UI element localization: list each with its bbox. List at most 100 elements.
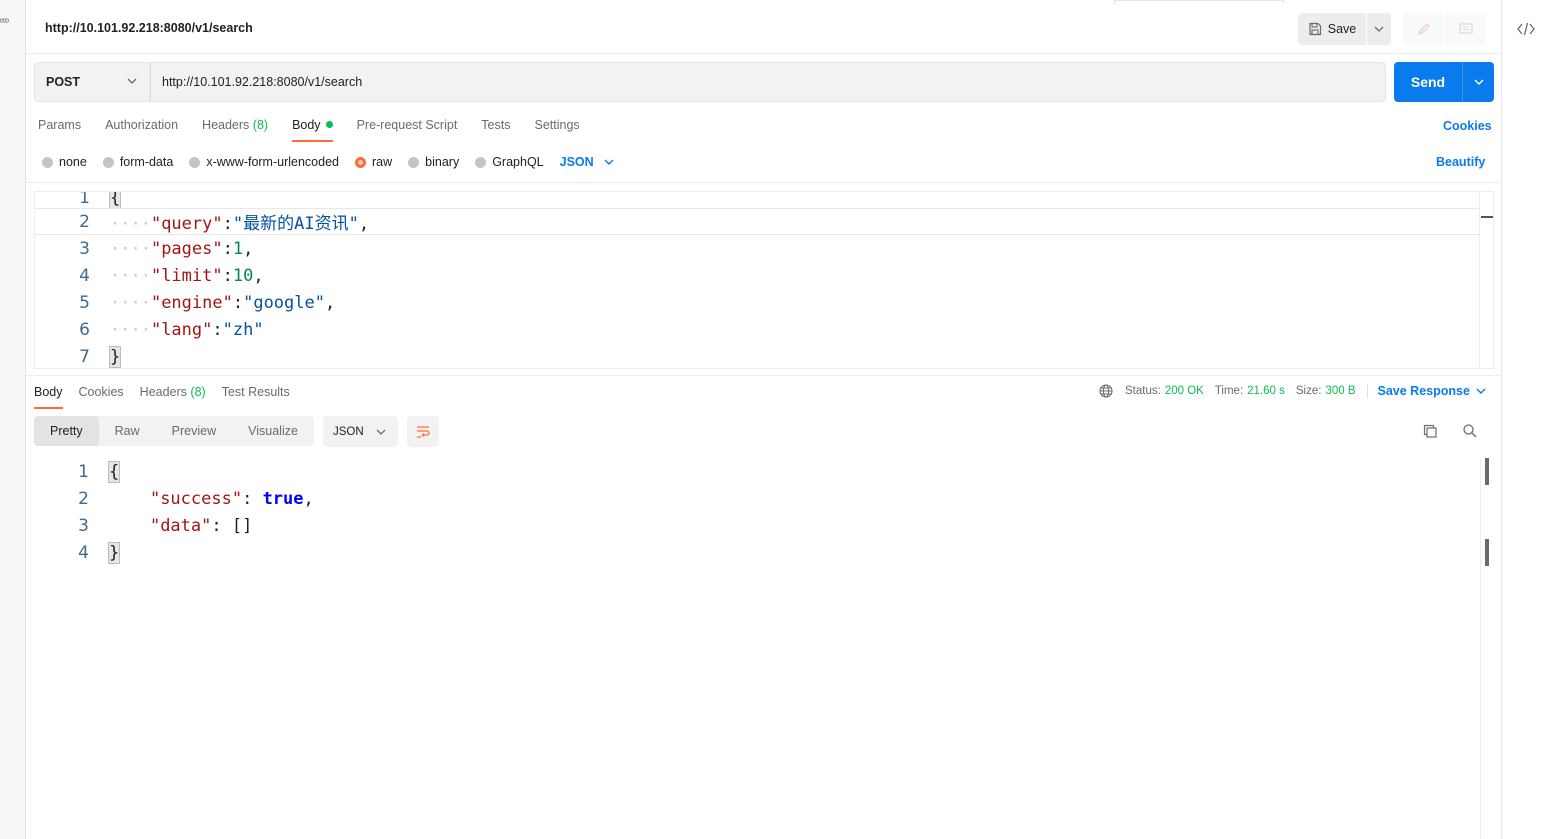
json-key: "success" [149,488,243,509]
line-number: 2 [79,211,90,232]
send-options-button[interactable] [1463,62,1494,102]
view-mode-raw[interactable]: Raw [99,416,156,446]
request-tabs: Params Authorization Headers (8) Body Pr… [38,112,604,142]
line-number: 4 [78,542,89,563]
response-tab-headers-label: Headers [139,385,187,399]
radio-binary-label: binary [425,155,460,169]
code-line: 5 ····"engine":"google", [35,289,1480,316]
save-options-button[interactable] [1367,13,1391,45]
save-group: Save [1298,13,1391,45]
code-line: 4 ····"limit":10, [35,262,1480,289]
code-line: 6 ····"lang":"zh" [35,316,1480,343]
status-value[interactable]: 200 OK [1165,385,1204,397]
method-select[interactable]: POST [34,62,150,102]
view-mode-preview[interactable]: Preview [156,416,232,446]
body-format-select[interactable]: JSON [560,155,614,169]
cookies-link[interactable]: Cookies [1443,119,1492,133]
chevron-down-icon [127,78,137,84]
tab-settings[interactable]: Settings [534,112,579,142]
save-response-button[interactable]: Save Response [1378,384,1486,398]
line-number: 5 [79,292,90,313]
radio-raw[interactable]: raw [355,155,392,169]
tab-tests[interactable]: Tests [481,112,510,142]
chevron-down-icon [1476,388,1486,394]
time-value[interactable]: 21.60 s [1247,385,1285,397]
editor-scrollbar[interactable] [1479,192,1493,368]
response-body-viewer[interactable]: 1 { 2 "success": true, 3 "data": [] 4 } [34,458,1494,839]
url-input[interactable] [150,62,1386,102]
response-scrollbar[interactable] [1480,458,1494,839]
wrap-lines-button[interactable] [407,416,439,447]
radio-circle [408,156,420,168]
tab-headers[interactable]: Headers (8) [202,112,268,142]
radio-urlencoded[interactable]: x-www-form-urlencoded [189,155,339,169]
line-number: 3 [78,515,89,536]
response-tab-body[interactable]: Body [34,383,63,409]
json-value: "google" [243,292,325,313]
request-name[interactable]: http://10.101.92.218:8080/v1/search [45,21,253,35]
radio-graphql[interactable]: GraphQL [475,155,544,169]
code-line: 1 { [34,458,1479,485]
chevron-down-icon [376,429,386,435]
json-key: "data" [149,515,212,536]
line-number: 7 [79,346,90,367]
json-value: "zh" [222,319,264,340]
request-body-editor[interactable]: 1 { 2 ····"query":"最新的AI资讯", 3 ····"page… [34,191,1494,369]
code-line: 4 } [34,539,1479,566]
response-tab-cookies[interactable]: Cookies [79,383,124,408]
chevron-down-icon [604,159,614,165]
radio-circle [475,156,487,168]
save-button[interactable]: Save [1298,13,1366,45]
edit-tools [1403,13,1486,45]
copy-icon[interactable] [1422,423,1438,442]
globe-icon[interactable] [1099,384,1113,398]
send-button[interactable]: Send [1394,62,1494,102]
pencil-icon [1417,23,1430,35]
json-key: "limit" [150,265,223,286]
separator [1366,384,1368,398]
save-label: Save [1327,22,1357,36]
divider [26,182,1501,183]
size-value[interactable]: 300 B [1325,385,1355,397]
code-icon[interactable] [1516,20,1536,38]
brace: { [108,192,122,209]
response-tab-test-results[interactable]: Test Results [222,383,290,408]
search-icon[interactable] [1462,423,1478,442]
line-number: 1 [78,461,89,482]
tab-pre-request-script[interactable]: Pre-request Script [357,112,458,142]
code-line: 7 } [35,343,1480,368]
view-mode-visualize[interactable]: Visualize [232,416,314,446]
wrap-icon [417,425,430,438]
json-value: 1 [232,238,244,259]
view-mode-pretty[interactable]: Pretty [34,416,99,446]
response-format-select[interactable]: JSON [323,416,398,447]
body-indicator-dot [325,121,333,128]
tab-params[interactable]: Params [38,112,81,142]
json-value: "最新的AI资讯" [232,214,359,234]
request-title-row: http://10.101.92.218:8080/v1/search Save [26,0,1501,54]
response-status-bar: Status: 200 OK Time: 21.60 s Size: 300 B… [1099,384,1486,398]
headers-count: (8) [252,118,269,132]
comment-icon [1458,23,1473,34]
url-bar: POST Send [34,62,1494,102]
radio-binary[interactable]: binary [408,155,459,169]
edit-button[interactable] [1403,13,1444,45]
more-icon[interactable]: ººº [0,18,9,29]
chevron-down-icon [1474,79,1483,85]
radio-none[interactable]: none [42,155,87,169]
tab-authorization[interactable]: Authorization [105,112,178,142]
tab-headers-label: Headers [202,118,250,132]
brace: } [108,345,122,368]
comments-button[interactable] [1445,13,1486,45]
code-line: 2 "success": true, [34,485,1479,512]
scroll-marker [1485,458,1489,485]
tab-body[interactable]: Body [292,112,333,142]
right-sidebar-rail [1501,0,1547,839]
brace: { [107,460,121,483]
radio-circle [189,156,201,168]
response-tab-headers[interactable]: Headers (8) [140,383,206,408]
beautify-button[interactable]: Beautify [1436,155,1485,169]
radio-circle [42,156,53,168]
radio-form-data[interactable]: form-data [102,155,173,169]
line-number: 2 [78,488,89,509]
